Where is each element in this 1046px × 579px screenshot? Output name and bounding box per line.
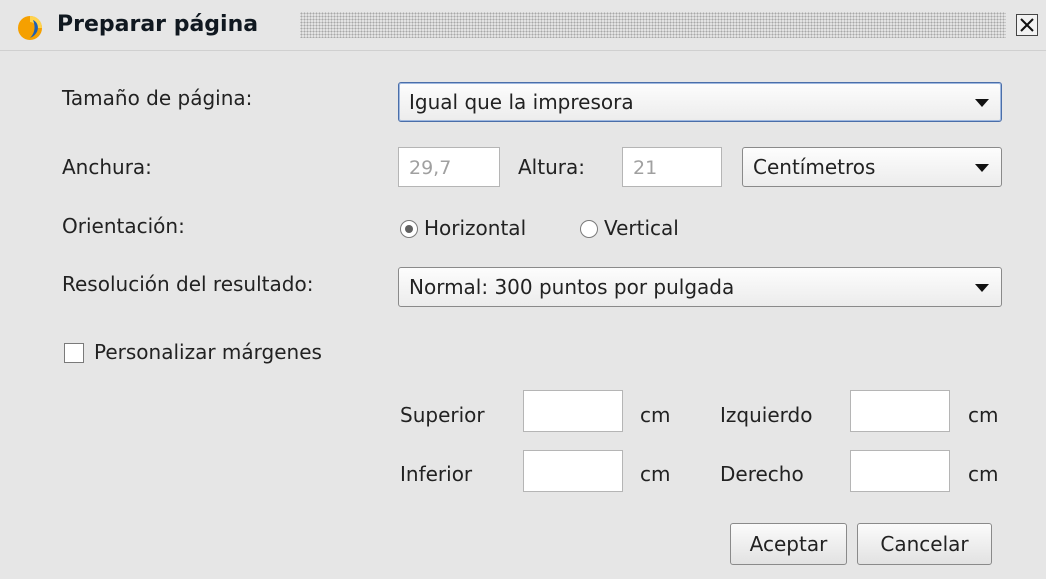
margin-top-label: Superior — [400, 403, 485, 427]
margin-top-unit: cm — [640, 403, 671, 427]
width-value: 29,7 — [409, 157, 452, 179]
height-value: 21 — [633, 157, 658, 179]
radio-vertical-label[interactable]: Vertical — [604, 216, 679, 240]
margin-bottom-unit: cm — [640, 462, 671, 486]
radio-vertical[interactable] — [580, 220, 598, 238]
window-title: Preparar página — [57, 12, 259, 37]
units-value: Centímetros — [753, 155, 876, 179]
chevron-down-icon — [975, 284, 989, 292]
margin-right-label: Derecho — [720, 462, 804, 486]
width-field[interactable]: 29,7 — [398, 147, 500, 187]
chevron-down-icon — [975, 99, 989, 107]
chevron-down-icon — [975, 164, 989, 172]
margin-left-label: Izquierdo — [720, 403, 813, 427]
custom-margins-label[interactable]: Personalizar márgenes — [94, 340, 322, 364]
margin-bottom-field[interactable] — [523, 450, 623, 492]
page-size-select[interactable]: Igual que la impresora — [398, 82, 1002, 122]
margin-left-unit: cm — [968, 403, 999, 427]
radio-horizontal-label[interactable]: Horizontal — [424, 216, 526, 240]
page-size-label: Tamaño de página: — [62, 86, 253, 110]
resolution-label: Resolución del resultado: — [62, 272, 314, 296]
title-bar[interactable]: Preparar página — [0, 0, 1046, 51]
margin-bottom-label: Inferior — [400, 462, 473, 486]
ok-button[interactable]: Aceptar — [730, 523, 847, 565]
width-label: Anchura: — [62, 155, 152, 179]
close-icon — [1017, 15, 1037, 35]
units-select[interactable]: Centímetros — [742, 147, 1002, 187]
close-button[interactable] — [1016, 14, 1038, 36]
height-field[interactable]: 21 — [622, 147, 722, 187]
custom-margins-checkbox[interactable] — [64, 343, 84, 363]
margin-right-unit: cm — [968, 462, 999, 486]
margin-top-field[interactable] — [523, 390, 623, 432]
app-logo-icon — [16, 14, 44, 42]
orientation-label: Orientación: — [62, 214, 185, 238]
height-label: Altura: — [518, 155, 585, 179]
cancel-button[interactable]: Cancelar — [857, 523, 992, 565]
resolution-value: Normal: 300 puntos por pulgada — [409, 275, 735, 299]
title-bar-pattern — [300, 12, 1006, 38]
margin-right-field[interactable] — [850, 450, 950, 492]
page-size-value: Igual que la impresora — [409, 90, 634, 114]
radio-horizontal[interactable] — [400, 220, 418, 238]
resolution-select[interactable]: Normal: 300 puntos por pulgada — [398, 267, 1002, 307]
margin-left-field[interactable] — [850, 390, 950, 432]
